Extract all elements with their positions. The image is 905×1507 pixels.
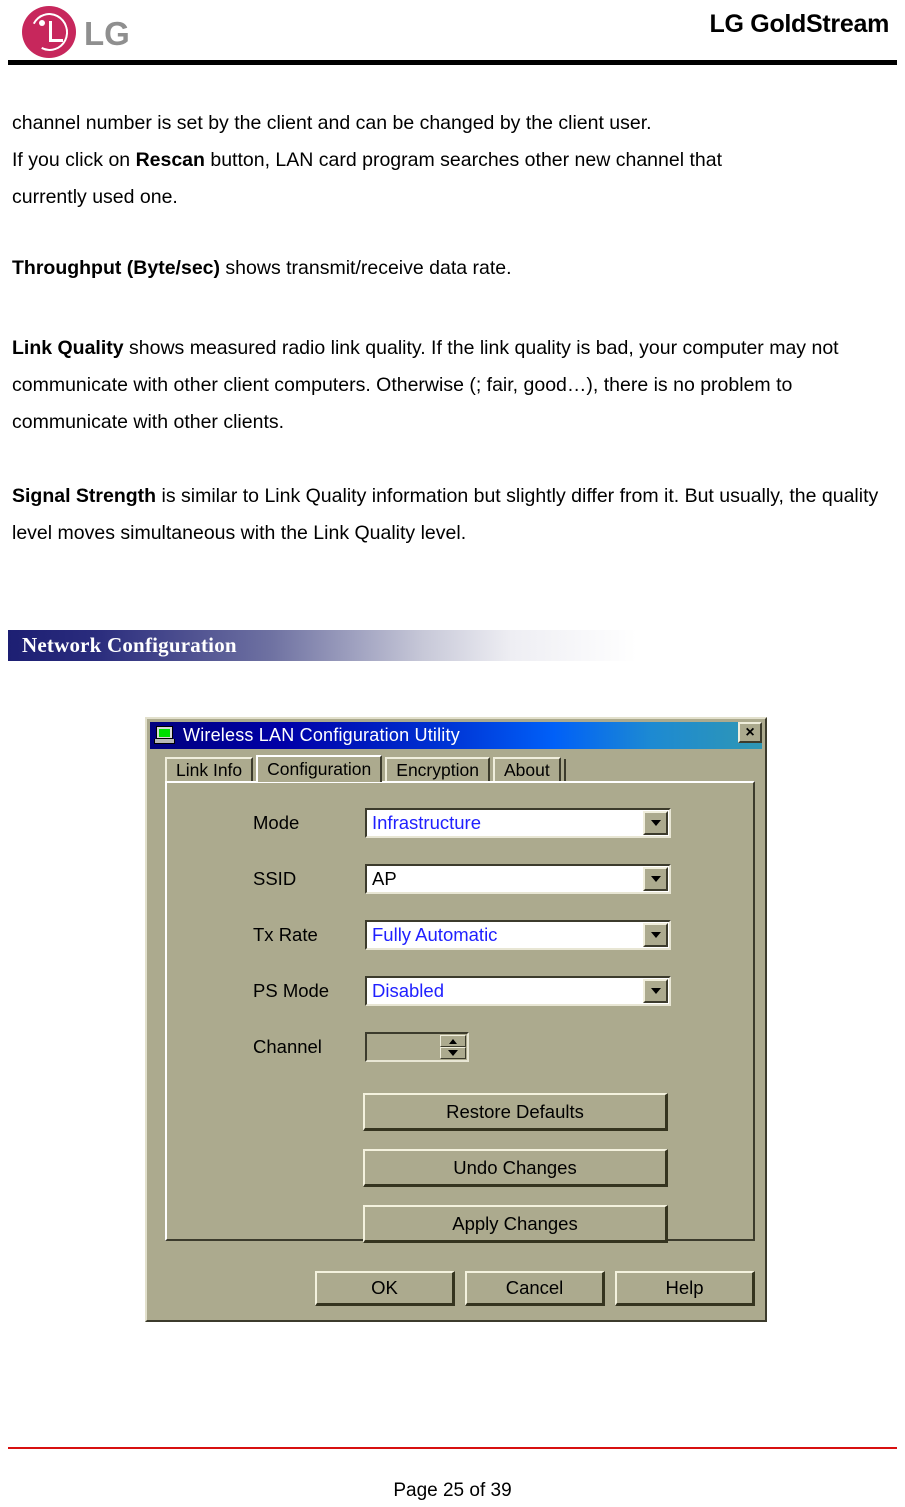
monitor-icon: [154, 726, 175, 745]
section-title: Network Configuration: [22, 633, 237, 657]
tab-about[interactable]: About: [492, 757, 561, 782]
wireless-lan-config-dialog: Wireless LAN Configuration Utility × Lin…: [145, 717, 767, 1322]
close-icon[interactable]: ×: [738, 722, 762, 743]
brand-title: LG GoldStream: [709, 10, 890, 38]
header-divider: [8, 60, 897, 65]
label-mode: Mode: [253, 812, 300, 833]
ok-button[interactable]: OK: [315, 1271, 455, 1306]
paragraph-channel: channel number is set by the client and …: [12, 105, 892, 216]
help-button[interactable]: Help: [615, 1271, 755, 1306]
ssid-input[interactable]: AP: [365, 864, 671, 894]
label-ps-mode: PS Mode: [253, 980, 330, 1001]
chevron-down-icon[interactable]: [643, 867, 668, 891]
dialog-titlebar: Wireless LAN Configuration Utility: [150, 722, 762, 749]
label-ssid: SSID: [253, 868, 297, 889]
page-number: Page 25 of 39: [393, 1480, 512, 1501]
label-tx-rate: Tx Rate: [253, 924, 318, 945]
para1-line1: channel number is set by the client and …: [12, 112, 652, 134]
chevron-down-icon[interactable]: [643, 979, 668, 1003]
paragraph-throughput: Throughput (Byte/sec) shows transmit/rec…: [12, 250, 892, 287]
field-row-mode: Mode Infrastructure: [167, 807, 753, 839]
lg-logo-wordmark: LG: [84, 15, 130, 52]
para1-line2-post: button, LAN card program searches other …: [204, 149, 722, 171]
field-row-ps-mode: PS Mode Disabled: [167, 975, 753, 1007]
spinner-up-icon[interactable]: [440, 1035, 466, 1047]
page-header: LG LG GoldStream: [0, 0, 905, 66]
tab-encryption[interactable]: Encryption: [385, 757, 490, 782]
cancel-button[interactable]: Cancel: [465, 1271, 605, 1306]
field-row-ssid: SSID AP: [167, 863, 753, 895]
field-row-tx-rate: Tx Rate Fully Automatic: [167, 919, 753, 951]
chevron-down-icon[interactable]: [643, 923, 668, 947]
throughput-text: shows transmit/receive data rate.: [220, 257, 512, 279]
undo-changes-button[interactable]: Undo Changes: [363, 1149, 668, 1187]
field-row-channel: Channel: [167, 1031, 753, 1063]
section-header-bar: Network Configuration: [8, 630, 637, 661]
lg-logo-eye: [39, 20, 45, 26]
spinner-down-icon[interactable]: [440, 1047, 466, 1059]
rescan-keyword: Rescan: [135, 149, 205, 171]
tx-rate-value: Fully Automatic: [372, 924, 498, 945]
ssid-value: AP: [372, 868, 397, 889]
ps-mode-dropdown[interactable]: Disabled: [365, 976, 671, 1006]
lg-logo: LG: [22, 6, 134, 58]
paragraph-signal-strength: Signal Strength is similar to Link Quali…: [12, 478, 892, 552]
channel-stepper[interactable]: [365, 1032, 469, 1062]
configuration-panel: Mode Infrastructure SSID AP Tx Rate Full…: [165, 781, 755, 1243]
mode-value: Infrastructure: [372, 812, 481, 833]
link-quality-keyword: Link Quality: [12, 337, 124, 359]
apply-changes-button[interactable]: Apply Changes: [363, 1205, 668, 1243]
throughput-keyword: Throughput (Byte/sec): [12, 257, 220, 279]
lg-circle-logo-icon: [22, 6, 76, 58]
tabstrip-end-divider: [563, 759, 566, 782]
dialog-tabstrip: Link Info Configuration Encryption About: [165, 755, 755, 782]
signal-strength-keyword: Signal Strength: [12, 485, 157, 507]
lg-logo-mouth: [49, 39, 63, 42]
para1-line2-pre: If you click on: [12, 149, 136, 171]
footer-divider: [8, 1447, 897, 1449]
tab-configuration[interactable]: Configuration: [256, 755, 383, 782]
channel-spin-buttons[interactable]: [440, 1035, 466, 1059]
tx-rate-dropdown[interactable]: Fully Automatic: [365, 920, 671, 950]
mode-dropdown[interactable]: Infrastructure: [365, 808, 671, 838]
ps-mode-value: Disabled: [372, 980, 444, 1001]
dialog-title: Wireless LAN Configuration Utility: [183, 725, 460, 745]
paragraph-link-quality: Link Quality shows measured radio link q…: [12, 330, 892, 441]
label-channel: Channel: [253, 1036, 322, 1057]
link-quality-text: shows measured radio link quality. If th…: [12, 337, 839, 433]
lg-logo-nose: [49, 21, 52, 41]
tab-link-info[interactable]: Link Info: [165, 757, 254, 782]
chevron-down-icon[interactable]: [643, 811, 668, 835]
para1-line3: currently used one.: [12, 186, 178, 208]
restore-defaults-button[interactable]: Restore Defaults: [363, 1093, 668, 1131]
